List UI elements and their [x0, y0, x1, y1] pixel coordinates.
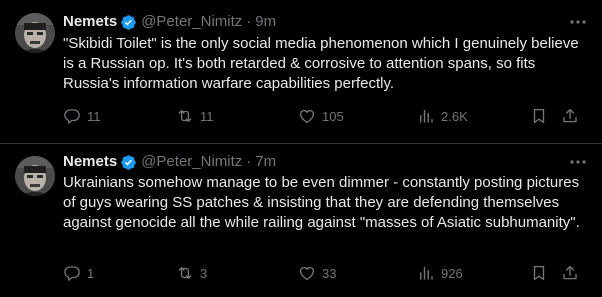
timestamp[interactable]: 9m [255, 12, 276, 32]
share-button[interactable] [561, 263, 579, 283]
bookmark-button[interactable] [530, 106, 548, 126]
timestamp[interactable]: 7m [255, 152, 276, 172]
share-icon [563, 108, 577, 123]
like-heart-icon [299, 109, 315, 124]
repost-button[interactable]: 3 [176, 263, 207, 283]
repost-button[interactable]: 11 [176, 106, 214, 126]
views-chart-icon [420, 267, 433, 280]
share-icon [563, 265, 577, 280]
tweet-header: Nemets @Peter_Nimitz · 7m [63, 152, 276, 172]
reply-count: 1 [87, 265, 95, 281]
tweet-text: "Skibidi Toilet" is the only social medi… [63, 35, 579, 92]
like-count: 33 [322, 265, 337, 281]
display-name[interactable]: Nemets [63, 152, 117, 172]
tweet-actions: 11 11 105 2.6K [63, 106, 588, 126]
user-handle[interactable]: @Peter_Nimitz [141, 12, 242, 32]
reply-button[interactable]: 11 [63, 106, 101, 126]
views-chart-icon [420, 110, 433, 123]
user-handle[interactable]: @Peter_Nimitz [141, 152, 242, 172]
view-count: 926 [441, 265, 463, 281]
reply-count: 11 [87, 108, 101, 124]
bookmark-icon [533, 265, 545, 281]
like-button[interactable]: 33 [298, 263, 336, 283]
like-button[interactable]: 105 [298, 106, 344, 126]
views-button[interactable]: 926 [417, 263, 463, 283]
bookmark-button[interactable] [530, 263, 548, 283]
tweet-header: Nemets @Peter_Nimitz · 9m [63, 12, 276, 32]
reply-icon [64, 109, 80, 124]
more-dots-icon[interactable] [568, 152, 588, 172]
share-button[interactable] [561, 106, 579, 126]
repost-count: 3 [200, 265, 208, 281]
repost-count: 11 [200, 108, 214, 124]
tweet-actions: 1 3 33 926 [63, 263, 588, 283]
separator-dot: · [246, 13, 252, 30]
display-name[interactable]: Nemets [63, 12, 117, 32]
avatar[interactable] [15, 13, 55, 53]
tweet-text: Ukrainians somehow manage to be even dim… [63, 174, 580, 231]
view-count: 2.6K [441, 108, 468, 124]
separator-dot: · [246, 153, 252, 170]
repost-icon [178, 267, 192, 279]
reply-icon [64, 266, 80, 281]
verified-badge-icon [120, 154, 137, 171]
bookmark-icon [533, 108, 545, 124]
more-dots-icon[interactable] [568, 12, 588, 32]
verified-badge-icon [120, 14, 137, 31]
views-button[interactable]: 2.6K [417, 106, 468, 126]
like-count: 105 [322, 108, 344, 124]
tweet[interactable]: Nemets @Peter_Nimitz · 9m "Skibidi Toile… [0, 0, 602, 144]
reply-button[interactable]: 1 [63, 263, 94, 283]
avatar[interactable] [15, 156, 55, 196]
repost-icon [178, 110, 192, 122]
tweet[interactable]: Nemets @Peter_Nimitz · 7m Ukrainians som… [0, 144, 602, 297]
like-heart-icon [299, 266, 315, 281]
